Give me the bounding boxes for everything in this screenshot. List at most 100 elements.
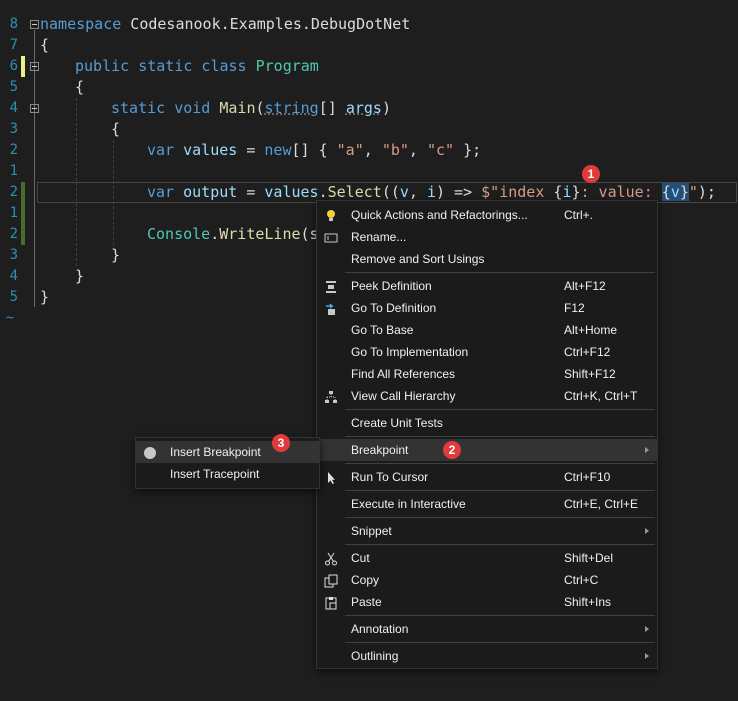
- param-name: i: [426, 183, 436, 201]
- menu-item-cut[interactable]: Cut Shift+Del: [317, 547, 657, 569]
- change-indicator: [21, 182, 25, 245]
- menu-item-shortcut: Ctrl+F10: [564, 470, 611, 484]
- menu-item-label: Annotation: [351, 622, 409, 636]
- keyword: public static class: [75, 57, 247, 75]
- collapse-icon[interactable]: [30, 20, 39, 29]
- code-line: static void Main(string[] args): [111, 98, 391, 119]
- fold-guide: [34, 30, 35, 307]
- line-number: 5: [9, 79, 18, 95]
- method-name: Main: [219, 99, 256, 117]
- cursor-icon: [324, 470, 338, 484]
- menu-item-remove-sort-usings[interactable]: Remove and Sort Usings: [317, 248, 657, 270]
- menu-item-shortcut: F12: [564, 301, 585, 315]
- menu-item-find-all-references[interactable]: Find All References Shift+F12: [317, 363, 657, 385]
- menu-item-insert-breakpoint[interactable]: Insert Breakpoint: [136, 441, 319, 463]
- code-line: {: [40, 36, 50, 54]
- code-line: }: [40, 288, 50, 306]
- punct: };: [454, 141, 482, 159]
- collapse-icon[interactable]: [30, 104, 39, 113]
- punct: =: [237, 141, 265, 159]
- menu-item-quick-actions[interactable]: Quick Actions and Refactorings... Ctrl+.: [317, 204, 657, 226]
- menu-item-shortcut: Ctrl+C: [564, 573, 599, 587]
- step-badge: 3: [272, 434, 290, 452]
- keyword: new: [264, 141, 292, 159]
- menu-item-label: Insert Breakpoint: [170, 445, 261, 459]
- context-menu: Quick Actions and Refactorings... Ctrl+.…: [316, 200, 658, 669]
- punct: ) =>: [436, 183, 482, 201]
- code-line: {: [75, 78, 85, 96]
- menu-item-shortcut: Ctrl+F12: [564, 345, 611, 359]
- punct: =: [237, 183, 265, 201]
- keyword: static void: [111, 99, 211, 117]
- breakpoint-circle-icon: [143, 445, 157, 459]
- menu-item-annotation[interactable]: Annotation: [317, 618, 657, 640]
- rename-icon: [324, 230, 338, 244]
- menu-item-shortcut: Shift+Del: [564, 551, 614, 565]
- menu-separator: [345, 436, 655, 437]
- menu-item-shortcut: Ctrl+K, Ctrl+T: [564, 389, 638, 403]
- line-number: 4: [9, 100, 18, 116]
- menu-item-label: Copy: [351, 573, 380, 587]
- submenu-arrow-icon: [645, 447, 649, 453]
- menu-item-label: Go To Implementation: [351, 345, 469, 359]
- line-number: ~: [5, 310, 14, 326]
- punct: ,: [408, 141, 427, 159]
- method-name: Select: [327, 183, 382, 201]
- punct: );: [697, 183, 716, 201]
- menu-item-peek-definition[interactable]: Peek Definition Alt+F12: [317, 275, 657, 297]
- punct: ,: [408, 183, 427, 201]
- punct: }: [679, 183, 689, 201]
- line-number: 3: [9, 121, 18, 137]
- menu-item-insert-tracepoint[interactable]: Insert Tracepoint: [136, 463, 319, 485]
- menu-item-paste[interactable]: Paste Shift+Ins: [317, 591, 657, 613]
- menu-item-label: Find All References: [351, 367, 456, 381]
- lightbulb-icon: [324, 208, 338, 222]
- collapse-icon[interactable]: [30, 62, 39, 71]
- class-name: Console: [147, 225, 211, 243]
- line-number: 2: [9, 226, 18, 242]
- menu-item-go-to-definition[interactable]: Go To Definition F12: [317, 297, 657, 319]
- string-literal: "a": [336, 141, 364, 159]
- menu-item-outlining[interactable]: Outlining: [317, 645, 657, 667]
- line-number: 1: [9, 163, 18, 179]
- menu-item-view-call-hierarchy[interactable]: View Call Hierarchy Ctrl+K, Ctrl+T: [317, 385, 657, 407]
- menu-item-snippet[interactable]: Snippet: [317, 520, 657, 542]
- breakpoint-submenu: Insert Breakpoint Insert Tracepoint: [135, 437, 320, 489]
- menu-item-label: Run To Cursor: [351, 470, 429, 484]
- menu-separator: [345, 272, 655, 273]
- menu-item-shortcut: Alt+F12: [564, 279, 606, 293]
- peek-definition-icon: [324, 279, 338, 293]
- menu-separator: [345, 490, 655, 491]
- step-badge: 2: [443, 441, 461, 459]
- call-hierarchy-icon: [324, 389, 338, 403]
- menu-item-run-to-cursor[interactable]: Run To Cursor Ctrl+F10: [317, 466, 657, 488]
- menu-item-label: Remove and Sort Usings: [351, 252, 485, 266]
- punct: ,: [363, 141, 382, 159]
- menu-item-rename[interactable]: Rename...: [317, 226, 657, 248]
- keyword: namespace: [40, 15, 122, 33]
- code-line: }: [75, 267, 85, 285]
- variable-name: values: [183, 141, 238, 159]
- menu-item-label: Outlining: [351, 649, 399, 663]
- menu-item-shortcut: Ctrl+.: [564, 208, 594, 222]
- menu-separator: [345, 642, 655, 643]
- line-number: 2: [9, 142, 18, 158]
- punct: []: [318, 99, 346, 117]
- menu-item-execute-interactive[interactable]: Execute in Interactive Ctrl+E, Ctrl+E: [317, 493, 657, 515]
- punct: (: [255, 99, 265, 117]
- code-line: var values = new[] { "a", "b", "c" };: [147, 140, 481, 161]
- menu-item-go-to-base[interactable]: Go To Base Alt+Home: [317, 319, 657, 341]
- keyword: var: [147, 141, 175, 159]
- menu-item-copy[interactable]: Copy Ctrl+C: [317, 569, 657, 591]
- line-number: 8: [9, 16, 18, 32]
- menu-item-label: Go To Definition: [351, 301, 437, 315]
- line-number: 5: [9, 289, 18, 305]
- menu-item-breakpoint[interactable]: Breakpoint: [317, 439, 657, 461]
- punct: [] {: [291, 141, 337, 159]
- menu-item-go-to-implementation[interactable]: Go To Implementation Ctrl+F12: [317, 341, 657, 363]
- menu-separator: [345, 544, 655, 545]
- string-literal: ": [688, 183, 698, 201]
- menu-separator: [345, 463, 655, 464]
- code-line: {: [111, 120, 121, 138]
- menu-item-create-unit-tests[interactable]: Create Unit Tests: [317, 412, 657, 434]
